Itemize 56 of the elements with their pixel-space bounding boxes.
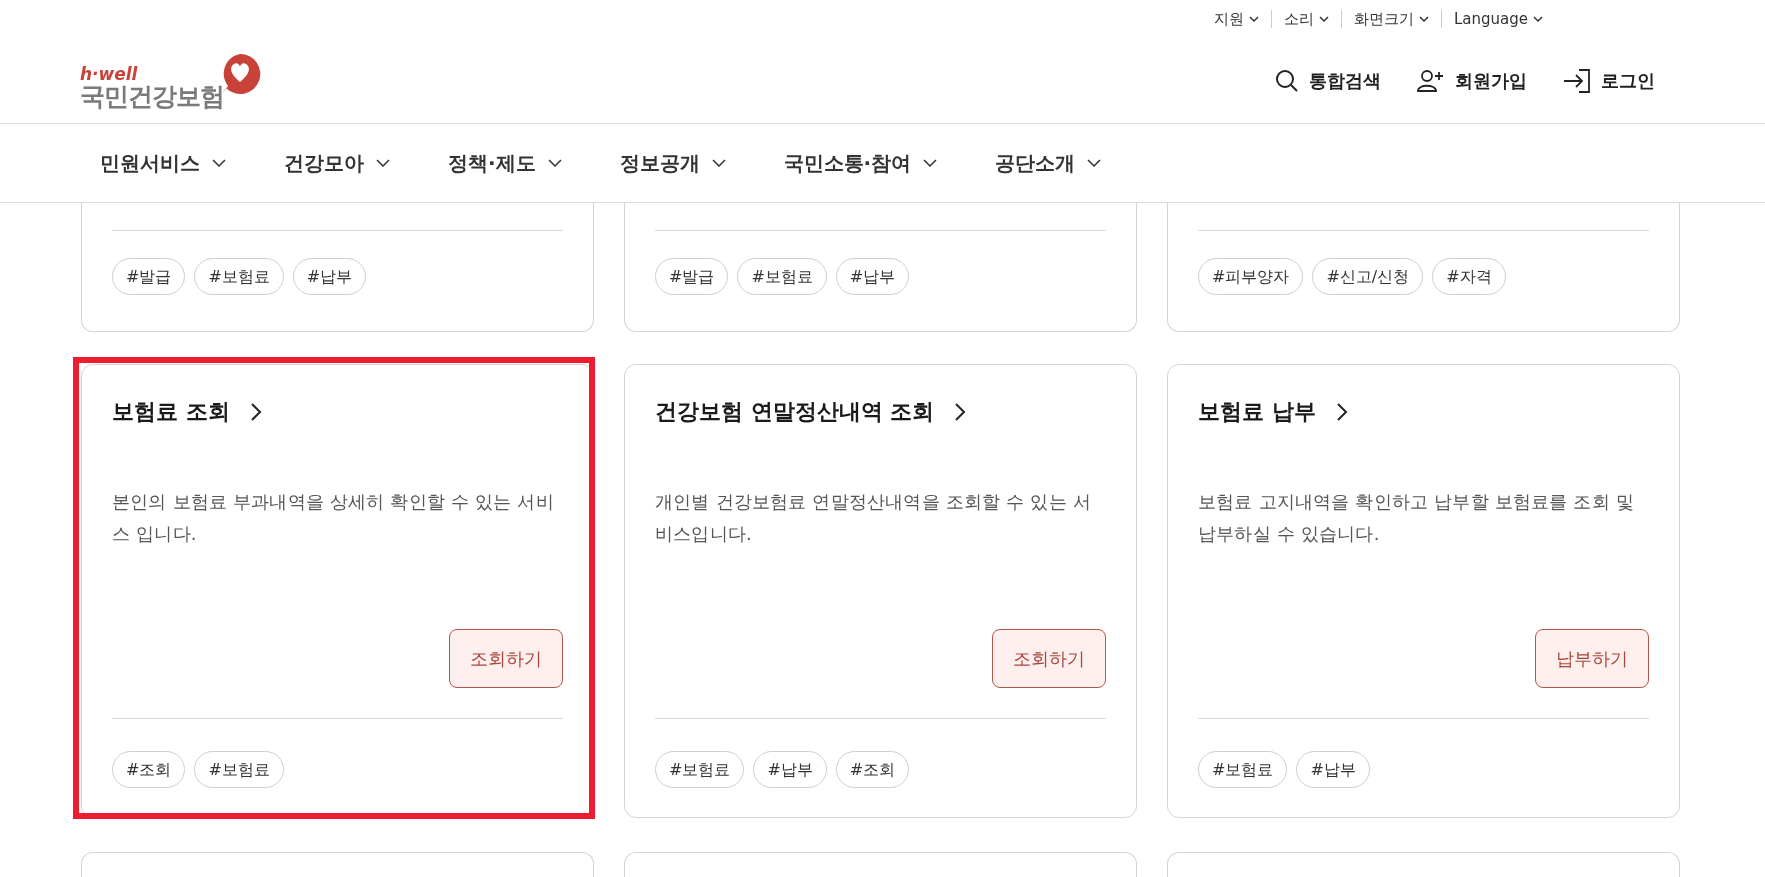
header-link[interactable]: 로그인 [1563,67,1655,94]
header-link[interactable]: 통합검색 [1275,67,1381,94]
tag-chip[interactable]: #보험료 [737,258,827,295]
nav-menu-item[interactable]: 건강모아 [284,148,390,178]
tag-chip[interactable]: #조회 [835,751,910,788]
card-description: 개인별 건강보험료 연말정산내역을 조회할 수 있는 서비스입니다. [655,490,1092,546]
tag-chip[interactable]: #납부 [1296,751,1370,788]
tag-chip[interactable]: #신고/신청 [1312,258,1424,295]
header-link[interactable]: 회원가입 [1417,67,1527,94]
tag-chip[interactable]: #보험료 [655,751,745,788]
card-title-link[interactable]: 보험료 조회 [112,395,262,428]
logo-tagline: h·well [80,65,139,83]
tag-chip[interactable]: #피부양자 [1198,258,1304,295]
tag-chip[interactable]: #보험료 [194,258,284,295]
chevron-down-icon [923,159,938,167]
tag-chip[interactable]: #납부 [835,258,910,295]
nav-menu-item[interactable]: 민원서비스 [100,148,226,178]
chevron-right-icon [954,401,967,422]
chevron-down-icon [1248,16,1259,22]
chevron-down-icon [547,159,562,167]
search-icon [1275,68,1299,93]
chevron-down-icon [711,159,726,167]
chevron-down-icon [212,159,226,167]
tag-chip[interactable]: #납부 [292,258,367,295]
chevron-down-icon [1318,16,1329,22]
tag-chip[interactable]: #납부 [753,751,827,788]
nav-menu-item[interactable]: 정보공개 [619,148,726,178]
chevron-down-icon [1418,16,1429,22]
chevron-right-icon [1335,401,1348,422]
chevron-down-icon [1087,159,1102,167]
utility-menu-item[interactable]: 소리 [1270,10,1341,28]
chevron-down-icon [1533,16,1543,22]
nav-menu-item[interactable]: 정책·제도 [448,148,562,178]
chevron-down-icon [376,159,390,167]
card-title-link[interactable]: 보험료 납부 [1198,395,1348,428]
action-button[interactable]: 납부하기 [1535,629,1649,688]
sign-in-icon [1563,67,1591,94]
tag-chip[interactable]: #조회 [112,751,186,788]
person-plus-icon [1417,68,1445,93]
tag-chip[interactable]: #보험료 [1198,751,1288,788]
card-description: 본인의 보험료 부과내역을 상세히 확인할 수 있는 서비스 입니다. [112,490,555,546]
chevron-right-icon [249,401,262,422]
utility-menu-item[interactable]: Language [1440,10,1555,28]
utility-menu-item[interactable]: 화면크기 [1340,10,1441,28]
nav-menu-item[interactable]: 공단소개 [995,148,1102,178]
tag-chip[interactable]: #발급 [112,258,186,295]
card-description: 보험료 고지내역을 확인하고 납부할 보험료를 조회 및 납부하실 수 있습니다. [1198,490,1635,546]
utility-menu-item[interactable]: 지원 [1201,10,1271,28]
nav-menu-item[interactable]: 국민소통·참여 [783,148,938,178]
logo-name: 국민건강보험 [80,82,224,110]
action-button[interactable]: 조회하기 [449,629,563,688]
tag-chip[interactable]: #보험료 [194,751,284,788]
card-title-link[interactable]: 건강보험 연말정산내역 조회 [655,395,967,428]
action-button[interactable]: 조회하기 [992,629,1106,688]
tag-chip[interactable]: #자격 [1432,258,1506,295]
tag-chip[interactable]: #발급 [655,258,729,295]
